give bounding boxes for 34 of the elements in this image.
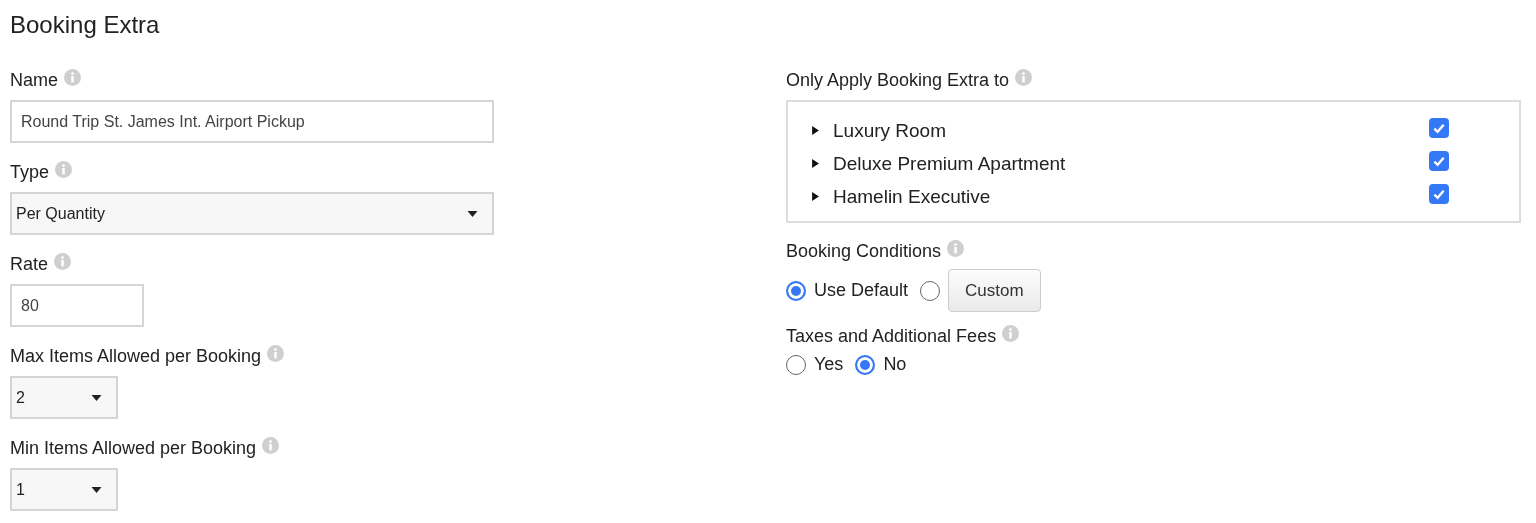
checkbox[interactable] <box>1429 183 1449 204</box>
checkbox[interactable] <box>1429 117 1449 138</box>
field-label: Min Items Allowed per Booking <box>10 437 257 459</box>
field-label: Max Items Allowed per Booking <box>10 345 262 367</box>
field-label: Booking Conditions <box>786 240 942 262</box>
caret-icon <box>91 486 102 493</box>
expand-triangle-icon[interactable] <box>812 192 819 201</box>
radio-label: No <box>883 354 907 375</box>
caret-icon <box>467 210 478 217</box>
tree-item[interactable]: Hamelin Executive <box>833 185 1429 208</box>
radio-label: Use Default <box>814 280 909 301</box>
checkbox[interactable] <box>1429 150 1449 171</box>
tree-item[interactable]: Deluxe Premium Apartment <box>833 152 1429 175</box>
dropdown[interactable]: 2 <box>10 376 118 419</box>
field-label: Taxes and Additional Fees <box>786 325 997 347</box>
radio-button[interactable] <box>855 354 876 375</box>
text-field[interactable]: 80 <box>10 284 144 327</box>
dropdown[interactable]: Per Quantity <box>10 192 494 235</box>
custom-button[interactable]: Custom <box>948 269 1041 312</box>
field-label: Rate <box>10 253 49 275</box>
dropdown[interactable]: 1 <box>10 468 118 511</box>
text-field[interactable]: Round Trip St. James Int. Airport Pickup <box>10 100 494 143</box>
field-label: Name <box>10 69 58 91</box>
expand-triangle-icon[interactable] <box>812 126 819 135</box>
radio-button[interactable] <box>920 280 941 301</box>
page-title: Booking Extra <box>10 10 161 40</box>
radio-button[interactable] <box>786 354 806 375</box>
radio-button[interactable] <box>786 280 806 301</box>
tree-item[interactable]: Luxury Room <box>833 119 1429 142</box>
radio-label: Yes <box>814 354 844 375</box>
caret-icon <box>91 394 102 401</box>
field-label: Only Apply Booking Extra to <box>786 69 1010 91</box>
field-label: Type <box>10 161 50 183</box>
expand-triangle-icon[interactable] <box>812 159 819 168</box>
